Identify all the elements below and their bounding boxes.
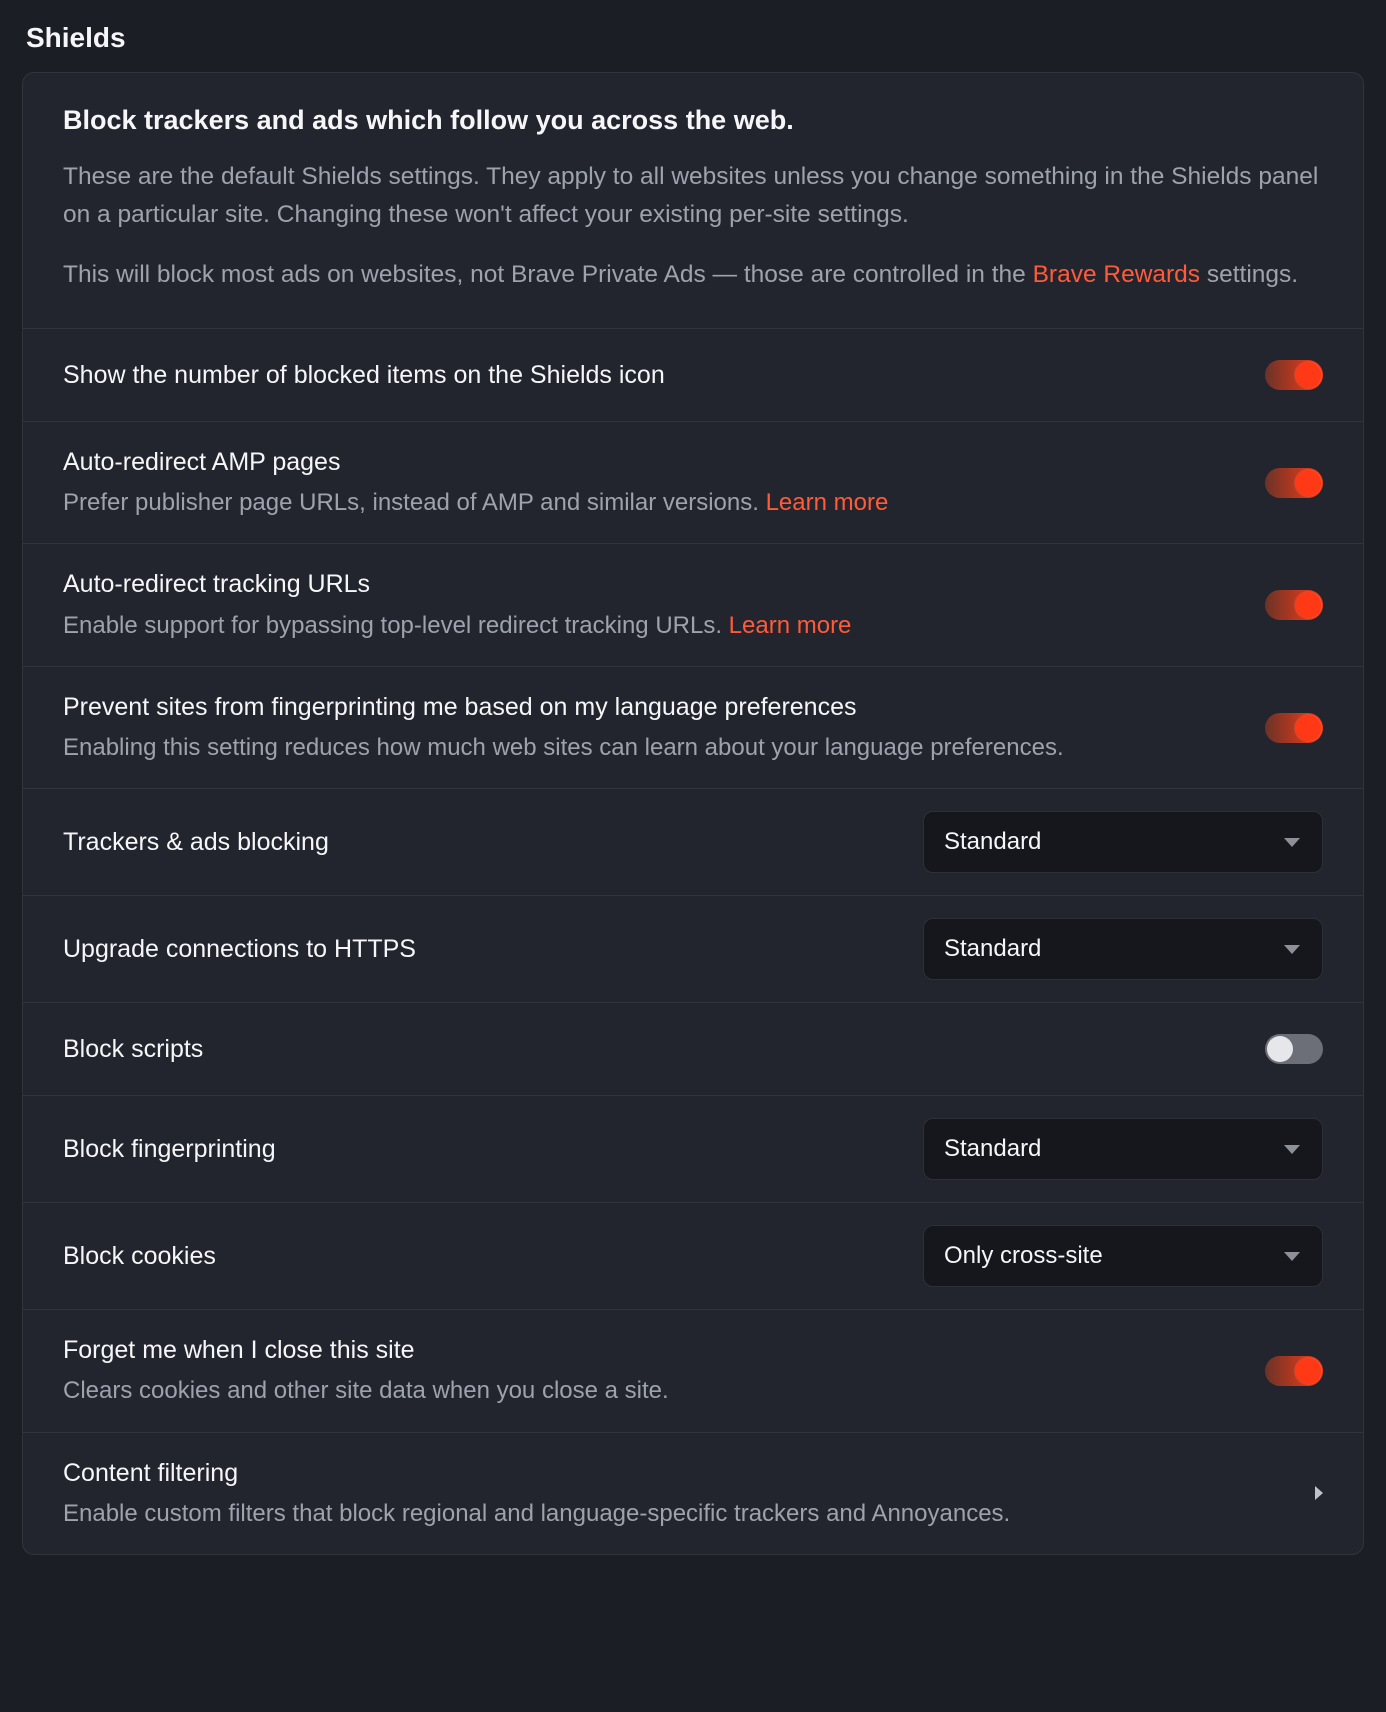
intro-paragraph-1: These are the default Shields settings. … — [63, 158, 1323, 234]
row-content-filtering[interactable]: Content filtering Enable custom filters … — [23, 1433, 1363, 1554]
learn-more-link-tracking[interactable]: Learn more — [729, 612, 852, 639]
select-value: Standard — [944, 1135, 1041, 1163]
intro-heading: Block trackers and ads which follow you … — [63, 105, 1323, 136]
row-show-blocked-count: Show the number of blocked items on the … — [23, 329, 1363, 422]
row-desc: Enable custom filters that block regiona… — [63, 1495, 1275, 1532]
row-title: Forget me when I close this site — [63, 1332, 1235, 1368]
row-desc: Clears cookies and other site data when … — [63, 1372, 1235, 1409]
select-upgrade-https[interactable]: Standard — [923, 918, 1323, 980]
chevron-right-icon — [1315, 1486, 1323, 1500]
row-desc-text: Enable support for bypassing top-level r… — [63, 612, 729, 639]
row-block-fingerprinting: Block fingerprinting Standard — [23, 1096, 1363, 1203]
toggle-language-fingerprint[interactable] — [1265, 713, 1323, 743]
intro-paragraph-2-text-a: This will block most ads on websites, no… — [63, 261, 1033, 288]
row-upgrade-https: Upgrade connections to HTTPS Standard — [23, 896, 1363, 1003]
brave-rewards-link[interactable]: Brave Rewards — [1033, 261, 1200, 288]
row-desc: Enable support for bypassing top-level r… — [63, 607, 1235, 644]
chevron-down-icon — [1284, 838, 1300, 847]
select-block-cookies[interactable]: Only cross-site — [923, 1225, 1323, 1287]
toggle-knob — [1295, 715, 1321, 741]
row-title: Block cookies — [63, 1238, 893, 1274]
intro-paragraph-2-text-b: settings. — [1200, 261, 1298, 288]
row-title: Trackers & ads blocking — [63, 824, 893, 860]
row-language-fingerprint: Prevent sites from fingerprinting me bas… — [23, 667, 1363, 789]
select-trackers-ads-blocking[interactable]: Standard — [923, 811, 1323, 873]
row-auto-redirect-amp: Auto-redirect AMP pages Prefer publisher… — [23, 422, 1363, 544]
intro-section: Block trackers and ads which follow you … — [23, 73, 1363, 329]
toggle-show-blocked-count[interactable] — [1265, 360, 1323, 390]
toggle-knob — [1267, 1036, 1293, 1062]
row-title: Auto-redirect AMP pages — [63, 444, 1235, 480]
shields-card: Block trackers and ads which follow you … — [22, 72, 1364, 1555]
row-desc-text: Prefer publisher page URLs, instead of A… — [63, 489, 766, 516]
select-value: Standard — [944, 935, 1041, 963]
select-value: Standard — [944, 828, 1041, 856]
chevron-down-icon — [1284, 1145, 1300, 1154]
row-title: Auto-redirect tracking URLs — [63, 566, 1235, 602]
row-title: Block fingerprinting — [63, 1131, 893, 1167]
toggle-knob — [1295, 362, 1321, 388]
toggle-knob — [1295, 592, 1321, 618]
row-desc: Prefer publisher page URLs, instead of A… — [63, 484, 1235, 521]
toggle-auto-redirect-amp[interactable] — [1265, 468, 1323, 498]
row-desc: Enabling this setting reduces how much w… — [63, 729, 1235, 766]
row-title: Content filtering — [63, 1455, 1275, 1491]
page-title: Shields — [26, 22, 1364, 54]
row-title: Show the number of blocked items on the … — [63, 357, 1235, 393]
select-value: Only cross-site — [944, 1242, 1103, 1270]
toggle-forget-me[interactable] — [1265, 1356, 1323, 1386]
row-block-cookies: Block cookies Only cross-site — [23, 1203, 1363, 1310]
intro-paragraph-2: This will block most ads on websites, no… — [63, 256, 1323, 294]
toggle-knob — [1295, 1358, 1321, 1384]
row-block-scripts: Block scripts — [23, 1003, 1363, 1096]
row-title: Prevent sites from fingerprinting me bas… — [63, 689, 1235, 725]
row-forget-me: Forget me when I close this site Clears … — [23, 1310, 1363, 1432]
row-title: Block scripts — [63, 1031, 1235, 1067]
select-block-fingerprinting[interactable]: Standard — [923, 1118, 1323, 1180]
chevron-down-icon — [1284, 1252, 1300, 1261]
learn-more-link-amp[interactable]: Learn more — [766, 489, 889, 516]
toggle-block-scripts[interactable] — [1265, 1034, 1323, 1064]
toggle-auto-redirect-tracking[interactable] — [1265, 590, 1323, 620]
chevron-down-icon — [1284, 945, 1300, 954]
row-title: Upgrade connections to HTTPS — [63, 931, 893, 967]
row-auto-redirect-tracking: Auto-redirect tracking URLs Enable suppo… — [23, 544, 1363, 666]
row-trackers-ads-blocking: Trackers & ads blocking Standard — [23, 789, 1363, 896]
toggle-knob — [1295, 470, 1321, 496]
